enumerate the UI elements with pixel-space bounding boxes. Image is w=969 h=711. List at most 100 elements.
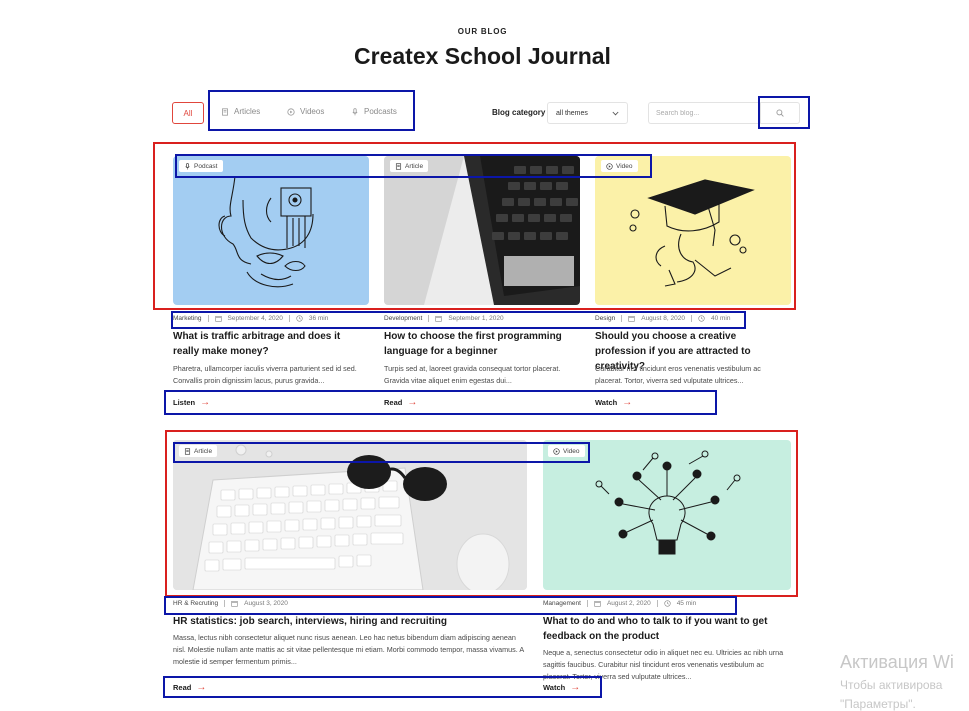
post-type-label: Video	[563, 447, 580, 455]
post-duration: 36 min	[308, 315, 329, 322]
page-title: Createx School Journal	[354, 43, 611, 69]
listen-link[interactable]: Listen →	[173, 397, 210, 408]
calendar-icon	[628, 316, 635, 322]
laptop-keyboard-photo	[384, 156, 580, 305]
read-link[interactable]: Read →	[173, 682, 206, 693]
post-title[interactable]: What to do and who to talk to if you wan…	[543, 614, 788, 644]
post-meta: Marketing September 4, 2020 36 min	[173, 315, 328, 322]
calendar-icon	[594, 601, 601, 607]
arrow-right-icon: →	[570, 682, 581, 693]
link-label: Watch	[595, 398, 618, 407]
keyboard-sunglasses-photo	[173, 440, 527, 590]
post-category: HR & Recruting	[173, 600, 219, 607]
post-type-badge: Video	[548, 445, 585, 457]
calendar-icon	[214, 316, 222, 322]
meta-divider	[621, 315, 623, 322]
post-excerpt: Pharetra, ullamcorper iaculis viverra pa…	[173, 364, 357, 385]
link-label: Watch	[543, 683, 566, 692]
link-label: Read	[173, 683, 192, 692]
watch-link[interactable]: Watch →	[595, 397, 632, 408]
post-type-label: Video	[616, 162, 633, 170]
arrow-right-icon: →	[200, 397, 211, 408]
post-meta: Design August 8, 2020 40 min	[595, 315, 730, 322]
graduate-cap-illustration	[595, 156, 791, 305]
post-category: Management	[543, 600, 581, 607]
activation-watermark-title: Активация Wi	[840, 652, 954, 672]
arrow-right-icon: →	[407, 397, 418, 408]
read-link[interactable]: Read →	[384, 397, 417, 408]
chevron-down-icon	[612, 111, 619, 115]
post-type-label: Podcast	[194, 162, 218, 170]
post-type-label: Article	[194, 447, 213, 455]
arrow-right-icon: →	[196, 682, 207, 693]
light-bulbs-illustration	[543, 440, 791, 590]
annotation-box-row2-links	[163, 676, 602, 698]
annotation-box-row1-links	[164, 390, 717, 415]
post-meta: Management August 2, 2020 45 min	[543, 600, 696, 607]
blog-category-label: Blog category	[492, 108, 546, 117]
post-image-video[interactable]	[595, 156, 791, 305]
calendar-icon	[435, 316, 442, 322]
post-title[interactable]: HR statistics: job search, interviews, h…	[173, 614, 523, 629]
clock-icon	[664, 600, 671, 607]
meta-divider	[207, 315, 209, 322]
post-date: September 1, 2020	[448, 315, 504, 322]
clock-icon	[698, 315, 705, 322]
post-duration: 45 min	[676, 600, 697, 607]
post-excerpt: Massa, lectus nibh consectetur aliquet n…	[173, 633, 524, 666]
post-category: Design	[595, 315, 616, 322]
blog-category-select[interactable]: all themes	[547, 102, 628, 124]
post-date: August 3, 2020	[244, 600, 288, 607]
post-date: September 4, 2020	[227, 315, 283, 322]
post-image-article[interactable]	[173, 440, 527, 590]
post-category: Marketing	[173, 315, 202, 322]
post-meta: Development September 1, 2020	[384, 315, 504, 322]
post-excerpt: Turpis sed at, laoreet gravida consequat…	[384, 364, 561, 385]
video-icon	[287, 107, 295, 116]
post-image-podcast[interactable]	[173, 156, 369, 305]
link-label: Listen	[173, 398, 196, 407]
post-date: August 2, 2020	[606, 600, 651, 607]
post-image-video[interactable]	[543, 440, 791, 590]
video-icon	[553, 447, 560, 455]
filter-tab-label: Videos	[300, 107, 325, 116]
arrow-right-icon: →	[622, 397, 633, 408]
filter-all-button[interactable]: All	[172, 102, 204, 124]
watch-link[interactable]: Watch →	[543, 682, 580, 693]
post-title[interactable]: What is traffic arbitrage and does it re…	[173, 329, 368, 359]
link-label: Read	[384, 398, 403, 407]
post-type-badge: Article	[179, 445, 218, 457]
meta-divider	[690, 315, 692, 322]
search-button[interactable]	[760, 102, 800, 124]
section-eyebrow: OUR BLOG	[457, 27, 508, 36]
post-title[interactable]: How to choose the first programming lang…	[384, 329, 579, 359]
filter-tab-podcasts[interactable]: Podcasts	[351, 107, 397, 116]
clock-icon	[296, 315, 303, 322]
search-icon	[776, 109, 784, 117]
filter-tab-videos[interactable]: Videos	[287, 107, 324, 116]
post-excerpt: Curabitur nisl tincidunt eros venenatis …	[595, 364, 761, 385]
post-date: August 8, 2020	[641, 315, 685, 322]
activation-watermark-text: Чтобы активирова	[840, 678, 943, 692]
video-icon	[606, 162, 613, 170]
filter-tab-label: Podcasts	[364, 107, 397, 116]
article-icon	[395, 162, 402, 170]
filter-tab-label: Articles	[234, 107, 261, 116]
post-type-badge: Podcast	[179, 160, 223, 172]
article-icon	[184, 447, 191, 455]
meta-divider	[586, 600, 588, 607]
face-line-art-illustration	[173, 156, 369, 305]
meta-divider	[428, 315, 430, 322]
post-duration: 40 min	[710, 315, 731, 322]
post-type-badge: Video	[601, 160, 638, 172]
filter-tab-articles[interactable]: Articles	[221, 107, 260, 116]
calendar-icon	[231, 601, 238, 607]
meta-divider	[288, 315, 290, 322]
post-meta: HR & Recruting August 3, 2020	[173, 600, 288, 607]
search-input[interactable]	[648, 102, 760, 124]
post-image-article[interactable]	[384, 156, 580, 305]
activation-watermark-text: "Параметры".	[840, 697, 916, 711]
post-type-badge: Article	[390, 160, 429, 172]
blog-category-value: all themes	[556, 109, 588, 117]
post-category: Development	[384, 315, 423, 322]
